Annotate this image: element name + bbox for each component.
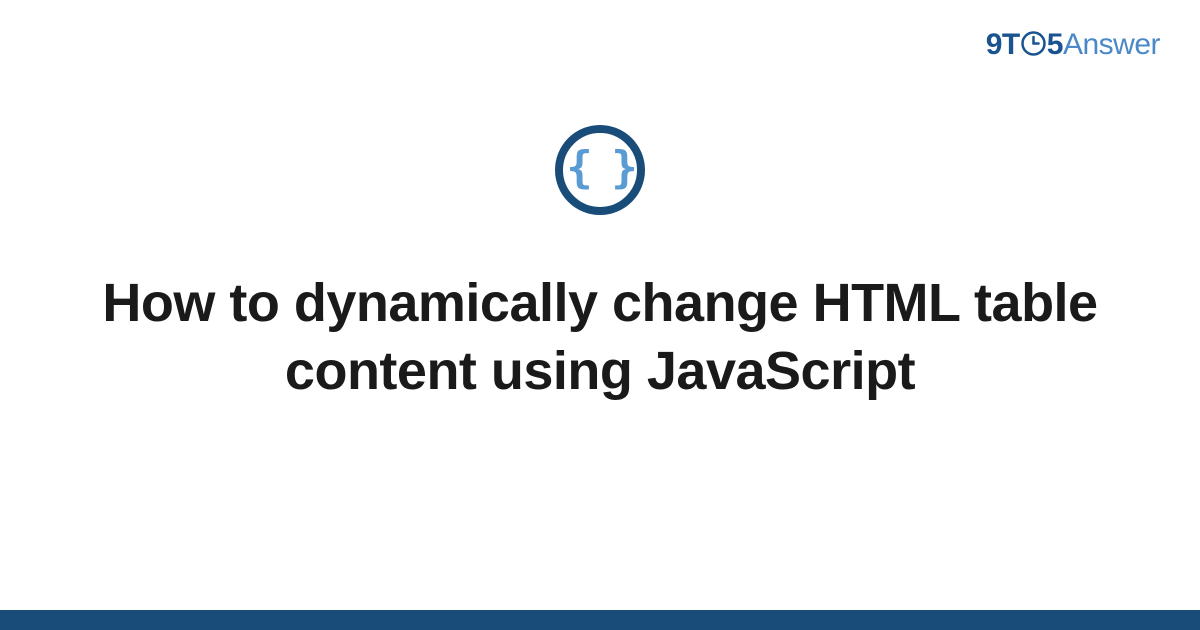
topic-icon-circle: { } (555, 125, 645, 215)
site-logo: 9T 5Answer (986, 28, 1160, 62)
logo-text-9t: 9T (986, 28, 1020, 61)
logo-text-answer: Answer (1063, 28, 1160, 61)
clock-icon (1020, 30, 1047, 57)
logo-text-5: 5 (1047, 28, 1063, 61)
code-braces-icon: { } (566, 146, 633, 190)
main-content: { } How to dynamically change HTML table… (0, 125, 1200, 405)
footer-bar (0, 610, 1200, 630)
page-title: How to dynamically change HTML table con… (100, 270, 1100, 405)
